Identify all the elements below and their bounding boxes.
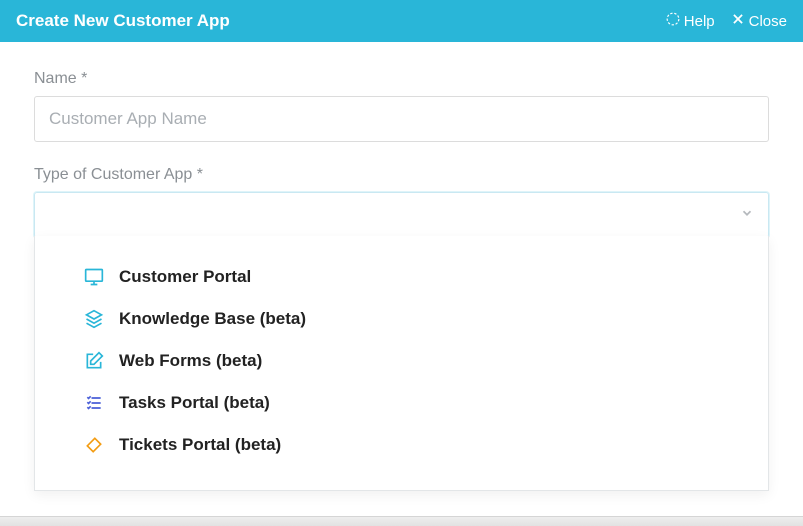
ticket-icon — [83, 434, 105, 456]
option-label: Tickets Portal (beta) — [119, 435, 281, 455]
type-dropdown: Customer Portal Knowledge Base (beta) We… — [34, 236, 769, 491]
monitor-icon — [83, 266, 105, 288]
modal-body: Name * Type of Customer App * Customer P… — [0, 42, 803, 266]
option-label: Customer Portal — [119, 267, 251, 287]
checklist-icon — [83, 392, 105, 414]
type-select[interactable] — [34, 192, 769, 238]
help-button[interactable]: Help — [666, 12, 715, 30]
type-field-label: Type of Customer App * — [34, 166, 769, 184]
type-select-wrap: Customer Portal Knowledge Base (beta) We… — [34, 192, 769, 238]
customer-app-name-input[interactable] — [34, 96, 769, 142]
help-label: Help — [684, 13, 715, 30]
header-actions: Help Close — [666, 12, 787, 30]
create-customer-app-modal: Create New Customer App Help Close Name … — [0, 0, 803, 526]
option-label: Tasks Portal (beta) — [119, 393, 270, 413]
option-label: Knowledge Base (beta) — [119, 309, 306, 329]
close-label: Close — [749, 13, 787, 30]
modal-title: Create New Customer App — [16, 11, 666, 31]
close-icon — [731, 12, 745, 30]
option-web-forms[interactable]: Web Forms (beta) — [35, 340, 768, 382]
chevron-down-icon — [740, 205, 754, 225]
footer-edge — [0, 516, 803, 526]
modal-header: Create New Customer App Help Close — [0, 0, 803, 42]
option-tickets-portal[interactable]: Tickets Portal (beta) — [35, 424, 768, 466]
close-button[interactable]: Close — [731, 12, 787, 30]
option-tasks-portal[interactable]: Tasks Portal (beta) — [35, 382, 768, 424]
option-knowledge-base[interactable]: Knowledge Base (beta) — [35, 298, 768, 340]
option-label: Web Forms (beta) — [119, 351, 262, 371]
edit-square-icon — [83, 350, 105, 372]
name-field-label: Name * — [34, 70, 769, 88]
help-icon — [666, 12, 680, 30]
layers-icon — [83, 308, 105, 330]
option-customer-portal[interactable]: Customer Portal — [35, 256, 768, 298]
